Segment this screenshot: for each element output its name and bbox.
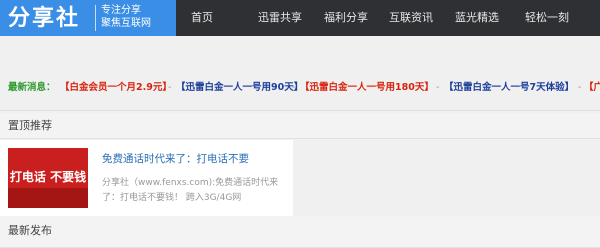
post-excerpt: 分享社（www.fenxs.com):免费通话时代来了：打电话不要钱！ 跨入3G… xyxy=(102,178,279,203)
ticker-item[interactable]: 【广 xyxy=(584,78,600,98)
nav-item-welfare-share[interactable]: 福利分享 xyxy=(324,0,368,36)
ticker-item[interactable]: 【迅雷白金一人一号7天体验】 xyxy=(444,78,574,98)
logo-divider xyxy=(95,5,96,31)
nav-item-xunlei-share[interactable]: 迅雷共享 xyxy=(258,0,302,36)
logo-name: 分享社 xyxy=(8,5,81,31)
nav-item-relax[interactable]: 轻松一刻 xyxy=(525,0,569,36)
pinned-section-title: 置顶推荐 xyxy=(0,113,600,139)
latest-section-title: 最新发布 xyxy=(0,216,600,248)
nav-item-internet-news[interactable]: 互联资讯 xyxy=(389,0,433,36)
post-title-link[interactable]: 免费通话时代来了：打电话不要 xyxy=(102,152,287,166)
ticker-item[interactable]: 【迅雷白金一人一号用90天】 xyxy=(176,78,303,98)
thumbnail-caption: 打电话 不要钱 xyxy=(9,170,87,184)
ticker-separator: - xyxy=(578,82,582,93)
ticker-separator: - xyxy=(168,82,172,93)
thumbnail-stripe xyxy=(8,188,88,208)
nav-item-bluray-picks[interactable]: 蓝光精选 xyxy=(455,0,499,36)
nav-item-home[interactable]: 首页 xyxy=(191,0,213,36)
divider xyxy=(0,110,600,111)
news-ticker: 最新消息： 【白金会员一个月2.9元】 - 【迅雷白金一人一号用90天】 - 【… xyxy=(0,78,600,98)
ticker-label: 最新消息： xyxy=(8,82,56,93)
logo-tagline-line-2: 聚焦互联网 xyxy=(101,18,151,29)
ticker-separator: - xyxy=(292,82,296,93)
post-thumbnail[interactable]: 打电话 不要钱 xyxy=(8,148,88,208)
top-nav-bar: 分享社 专注分享 聚焦互联网 首页 迅雷共享 福利分享 互联资讯 蓝光精选 轻松… xyxy=(0,0,600,36)
logo-tagline-line-1: 专注分享 xyxy=(101,5,141,16)
site-logo[interactable]: 分享社 专注分享 聚焦互联网 xyxy=(0,0,176,36)
pinned-post-card[interactable]: 打电话 不要钱 免费通话时代来了：打电话不要 分享社（www.fenxs.com… xyxy=(0,140,293,216)
ticker-separator: - xyxy=(436,82,440,93)
ticker-item[interactable]: 【迅雷白金一人一号用180天】 xyxy=(300,78,434,98)
logo-tagline: 专注分享 聚焦互联网 xyxy=(101,4,173,30)
ticker-item[interactable]: 【白金会员一个月2.9元】 xyxy=(60,78,172,98)
